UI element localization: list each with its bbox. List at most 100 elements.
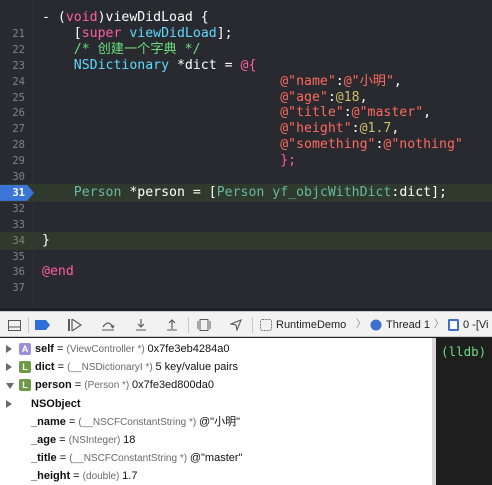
code-token: ,	[423, 105, 432, 121]
code-token: @1.7	[359, 121, 392, 137]
variable-value: @"master"	[189, 452, 243, 465]
equals-sign: =	[54, 361, 68, 374]
continue-icon[interactable]	[67, 317, 83, 333]
breadcrumb-thread[interactable]: 〉 Thread 1	[356, 317, 430, 333]
variable-name: _age	[31, 434, 57, 446]
code-token: @"master"	[351, 105, 424, 121]
step-into-icon[interactable]	[133, 317, 149, 333]
thread-icon	[370, 319, 382, 331]
line-number: 37	[12, 282, 25, 295]
code-token: *dict =	[169, 57, 241, 73]
thread-label: Thread 1	[386, 319, 431, 331]
variable-text: _age = (NSInteger) 18	[31, 431, 135, 450]
disclosure-closed-icon[interactable]	[6, 399, 12, 408]
code-token: };	[280, 153, 297, 169]
code-token: @{	[240, 57, 257, 73]
code-token: :	[351, 121, 360, 137]
breadcrumb-frame[interactable]: 〉 0 -[Vi	[434, 317, 488, 333]
code-token: Person	[216, 184, 265, 200]
debug-bar: RuntimeDemo 〉 Thread 1 〉 0 -[Vi	[0, 311, 492, 337]
code-token: [	[42, 25, 82, 41]
variable-value: 1.7	[122, 470, 138, 483]
code-token: void	[65, 10, 98, 25]
code-token: @"age"	[280, 89, 328, 105]
hide-debug-area-icon[interactable]	[6, 317, 22, 333]
separator	[28, 317, 29, 333]
code-token: @18	[335, 89, 360, 105]
variable-text: NSObject	[31, 395, 81, 413]
variable-row[interactable]: Aself = (ViewController *) 0x7fe3eb4284a…	[0, 340, 432, 358]
variable-name: dict	[35, 361, 55, 374]
code-token: @"height"	[280, 121, 352, 137]
code-token: super	[81, 25, 122, 41]
code-token: Person	[73, 184, 122, 200]
console[interactable]: (lldb)	[436, 338, 492, 485]
code-token: @"name"	[280, 73, 336, 89]
variable-value: 0x7fe3eb4284a0	[147, 343, 230, 355]
variable-text: person = (Person *) 0x7fe3ed800da0	[35, 376, 214, 395]
variable-row[interactable]: NSObject	[0, 395, 432, 413]
code-token: :	[335, 73, 344, 89]
code-token: ];	[216, 25, 233, 41]
variable-value: 5 key/value pairs	[155, 361, 239, 374]
variable-name: NSObject	[31, 397, 81, 410]
disclosure-closed-icon[interactable]	[6, 345, 12, 353]
user-frame-icon	[448, 319, 459, 331]
variable-type: (__NSCFConstantString *)	[69, 453, 190, 465]
app-target-icon	[260, 319, 272, 331]
debug-view-hierarchy-icon[interactable]	[196, 317, 212, 333]
variable-value: 0x7fe3ed800da0	[132, 379, 214, 392]
breakpoints-toggle-icon[interactable]	[35, 317, 51, 333]
code-line[interactable]: 37	[0, 279, 492, 297]
variable-text: _title = (__NSCFConstantString *) @"mast…	[31, 449, 242, 468]
variable-name: _name	[31, 415, 66, 428]
variable-type: (Person *)	[84, 380, 133, 392]
variable-row[interactable]: _title = (__NSCFConstantString *) @"mast…	[0, 449, 432, 467]
argument-badge-icon: A	[19, 343, 31, 355]
variable-row[interactable]: Ldict = (__NSDictionaryI *) 5 key/value …	[0, 358, 432, 376]
scheme-label: RuntimeDemo	[276, 319, 347, 331]
code-token: /* 创建一个字典 */	[73, 41, 201, 57]
frame-label: 0 -[Vi	[463, 319, 489, 331]
local-badge-icon: L	[19, 361, 31, 374]
equals-sign: =	[56, 452, 70, 465]
disclosure-open-icon[interactable]	[6, 383, 14, 390]
disclosure-closed-icon[interactable]	[6, 363, 12, 372]
code-token: ,	[393, 73, 402, 89]
lldb-prompt: (lldb)	[441, 344, 487, 359]
code-token: viewDidLoad	[129, 25, 217, 41]
code-token: @"something"	[280, 137, 376, 153]
code-token: NSDictionary	[73, 57, 170, 73]
variables-view[interactable]: Aself = (ViewController *) 0x7fe3eb4284a…	[0, 338, 432, 485]
equals-sign: =	[71, 379, 85, 392]
code-token: :	[327, 89, 336, 105]
variable-value: 18	[123, 434, 136, 446]
code-token: :dict];	[391, 184, 447, 200]
code-token: @end	[42, 264, 74, 280]
variable-row[interactable]: _height = (double) 1.7	[0, 467, 432, 485]
variable-type: (ViewController *)	[66, 344, 148, 355]
equals-sign: =	[65, 415, 79, 428]
step-out-icon[interactable]	[164, 317, 180, 333]
variable-row[interactable]: Lperson = (Person *) 0x7fe3ed800da0	[0, 376, 432, 394]
breadcrumb-scheme[interactable]: RuntimeDemo	[260, 317, 346, 333]
step-over-icon[interactable]	[100, 317, 116, 333]
equals-sign: =	[53, 343, 67, 355]
code-token: - (	[42, 10, 66, 25]
variable-type: (__NSDictionaryI *)	[67, 362, 156, 374]
variable-row[interactable]: _age = (NSInteger) 18	[0, 431, 432, 449]
chevron-right-icon: 〉	[434, 319, 444, 330]
variable-row[interactable]: _name = (__NSCFConstantString *) @"小明"	[0, 413, 432, 431]
simulate-location-icon[interactable]	[228, 317, 244, 333]
variable-type: (NSInteger)	[68, 435, 124, 446]
code-editor[interactable]: - (void)viewDidLoad {21 [super viewDidLo…	[0, 0, 492, 308]
variable-type: (double)	[82, 471, 123, 483]
variable-text: self = (ViewController *) 0x7fe3eb4284a0	[35, 340, 229, 359]
